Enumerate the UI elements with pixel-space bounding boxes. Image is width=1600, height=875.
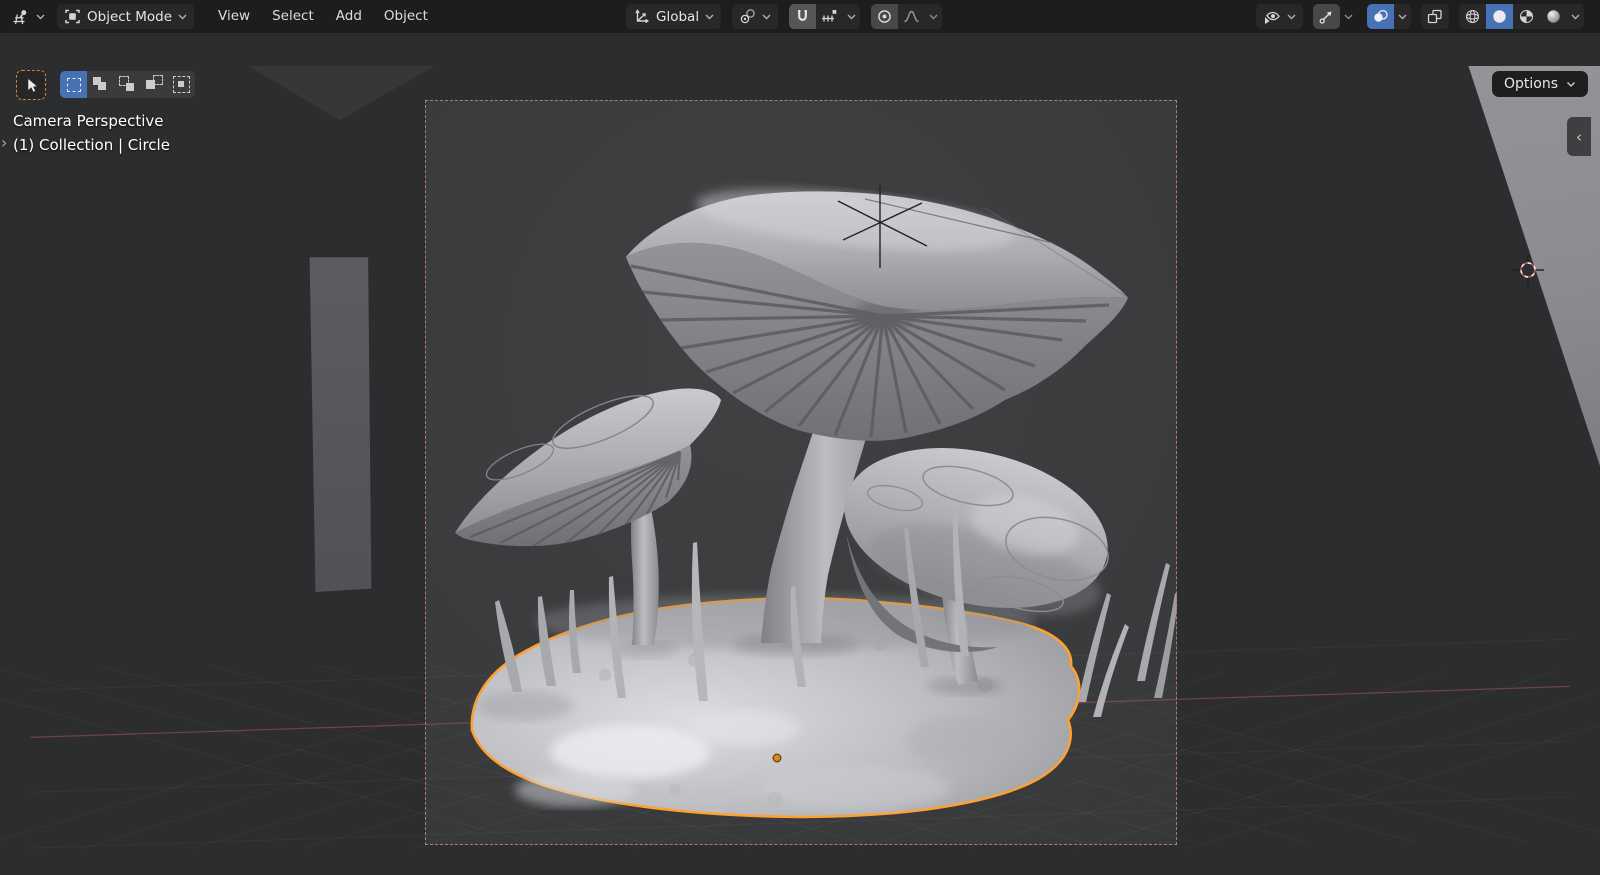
shading-rendered-icon <box>1547 10 1560 23</box>
viewport-3d[interactable]: Camera Perspective (1) Collection | Circ… <box>0 33 1600 875</box>
tool-header <box>16 70 195 100</box>
snap-dropdown-button[interactable] <box>843 4 861 29</box>
select-mode-invert-button[interactable] <box>141 71 168 98</box>
snap-control-group <box>789 4 861 29</box>
chevron-down-icon <box>929 14 938 19</box>
object-mode-icon <box>65 9 80 24</box>
show-object-types-icon <box>1265 11 1280 24</box>
chevron-down-icon <box>36 14 45 19</box>
chevron-down-icon <box>1398 14 1407 19</box>
shading-solid-button[interactable] <box>1486 4 1513 29</box>
view-name-label: Camera Perspective <box>13 112 164 130</box>
editor-type-button[interactable] <box>8 4 48 29</box>
shading-material-button[interactable] <box>1513 4 1540 29</box>
shading-material-icon <box>1519 9 1534 24</box>
select-mode-subtract-button[interactable] <box>114 71 141 98</box>
chevron-down-icon <box>1287 14 1296 19</box>
snap-target-button[interactable] <box>816 4 844 29</box>
gizmo-group <box>1313 4 1357 29</box>
overlays-toggle-button[interactable] <box>1367 4 1394 29</box>
header-left-group: Object Mode View Select Add Object <box>8 0 439 33</box>
active-tool-tweak-button[interactable] <box>16 70 46 100</box>
shading-rendered-button[interactable] <box>1540 4 1567 29</box>
overlays-dropdown-button[interactable] <box>1394 4 1411 29</box>
gizmos-dropdown-button[interactable] <box>1340 4 1357 29</box>
menu-add[interactable]: Add <box>325 4 373 29</box>
snap-increment-icon <box>822 10 837 22</box>
header-center-group: Global <box>626 0 943 33</box>
falloff-type-button[interactable] <box>898 4 926 29</box>
proportional-editing-icon <box>878 10 891 23</box>
blender-window: Camera Perspective (1) Collection | Circ… <box>0 0 1600 875</box>
options-button[interactable]: Options <box>1491 71 1588 97</box>
chevron-down-icon <box>1571 14 1580 19</box>
3d-viewport-editor-icon <box>13 9 27 24</box>
select-set-icon <box>66 77 81 92</box>
shading-wireframe-icon <box>1465 9 1480 24</box>
header-right-group <box>1256 0 1584 33</box>
chevron-down-icon <box>847 14 856 19</box>
mode-selector-dropdown[interactable]: Object Mode <box>57 4 195 29</box>
snap-toggle-button[interactable] <box>789 4 817 29</box>
toolshelf-expand-arrow[interactable]: › <box>1 133 7 152</box>
select-mode-intersect-button[interactable] <box>168 71 195 98</box>
snap-magnet-icon <box>798 10 807 21</box>
menu-object[interactable]: Object <box>373 4 439 29</box>
shading-wireframe-button[interactable] <box>1459 4 1486 29</box>
object-visibility-dropdown[interactable] <box>1256 4 1303 29</box>
xray-toggle-icon <box>1427 9 1442 24</box>
menu-view[interactable]: View <box>207 4 261 29</box>
chevron-down-icon <box>1344 14 1353 19</box>
falloff-curve-icon <box>904 10 919 23</box>
options-label: Options <box>1503 76 1558 92</box>
xray-toggle-button[interactable] <box>1421 4 1449 29</box>
mode-selector-label: Object Mode <box>87 8 173 25</box>
gizmos-toggle-button[interactable] <box>1313 4 1340 29</box>
chevron-down-icon <box>1566 81 1576 87</box>
proportional-editing-button[interactable] <box>871 4 899 29</box>
shading-mode-group <box>1459 4 1584 29</box>
orientation-global-icon <box>635 9 650 24</box>
backdrop-plane-top-left[interactable] <box>248 66 434 120</box>
backdrop-slab-left[interactable] <box>309 257 372 592</box>
3d-cursor <box>1512 254 1544 286</box>
chevron-down-icon <box>762 14 771 19</box>
overlays-group <box>1367 4 1411 29</box>
transform-orientation-label: Global <box>656 8 700 25</box>
viewport-header: Object Mode View Select Add Object Globa… <box>0 0 1600 33</box>
falloff-dropdown-button[interactable] <box>925 4 943 29</box>
shading-dropdown-button[interactable] <box>1567 4 1584 29</box>
select-mode-group <box>60 71 195 98</box>
chevron-left-icon: ‹ <box>1576 127 1582 146</box>
pivot-point-dropdown[interactable] <box>732 4 779 29</box>
sidebar-collapse-tab[interactable]: ‹ <box>1567 117 1591 156</box>
menu-select[interactable]: Select <box>261 4 325 29</box>
menu-bar: View Select Add Object <box>207 4 439 29</box>
overlays-icon <box>1374 9 1388 22</box>
transform-orientation-dropdown[interactable]: Global <box>626 4 722 29</box>
chevron-down-icon <box>178 14 187 19</box>
chevron-down-icon <box>705 14 714 19</box>
shading-solid-icon <box>1493 10 1506 23</box>
pivot-point-icon <box>740 9 755 24</box>
tweak-cursor-icon <box>27 77 38 93</box>
gizmos-icon <box>1319 11 1332 24</box>
select-mode-set-button[interactable] <box>60 71 87 98</box>
camera-frame-border <box>425 100 1177 845</box>
select-mode-extend-button[interactable] <box>87 71 114 98</box>
proportional-edit-group <box>871 4 943 29</box>
active-collection-label: (1) Collection | Circle <box>13 136 170 154</box>
